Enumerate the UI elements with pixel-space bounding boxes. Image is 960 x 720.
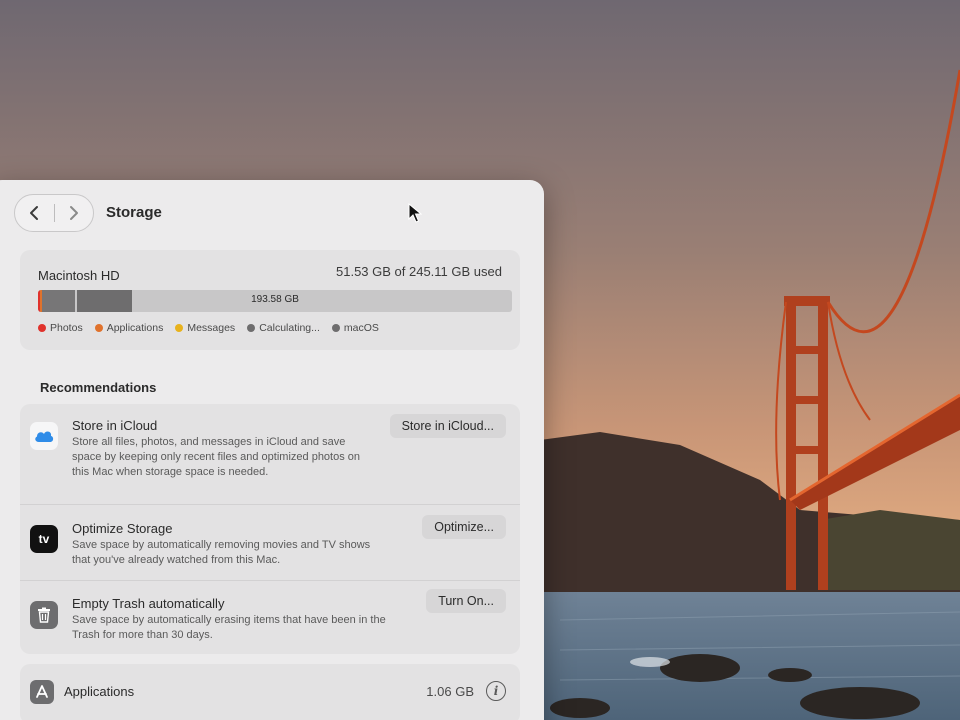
legend-label: Applications [106, 322, 164, 334]
rec-title: Optimize Storage [72, 521, 173, 536]
legend-dot [175, 324, 184, 332]
legend-dot [331, 324, 340, 332]
navigation-buttons [14, 194, 94, 232]
legend-dot [94, 324, 103, 332]
apple-tv-icon-label: tv [38, 532, 50, 546]
window-title: Storage [106, 204, 162, 221]
legend-dot [38, 324, 46, 332]
storage-settings-window: Storage Macintosh HD 51.53 GB of 245.11 … [0, 180, 544, 720]
trash-icon [30, 601, 58, 629]
recommendations-card: Store in iCloud Store all files, photos,… [20, 404, 520, 654]
legend-item: Applications [94, 322, 164, 334]
app-store-icon [30, 680, 54, 704]
rec-row-icloud: Store in iCloud Store all files, photos,… [20, 404, 520, 504]
disk-name: Macintosh HD [38, 268, 120, 283]
rec-description: Store all files, photos, and messages in… [72, 436, 361, 478]
storage-legend: Photos Applications Messages Calculating...… [38, 322, 379, 334]
disk-usage-card: Macintosh HD 51.53 GB of 245.11 GB used … [20, 250, 520, 350]
toolbar: Storage [0, 180, 544, 244]
chevron-right-icon [69, 206, 78, 220]
recommendations-title: Recommendations [40, 380, 157, 395]
free-space-label: 193.58 GB [251, 294, 299, 305]
legend-item: Photos [38, 322, 83, 334]
legend-item: macOS [331, 322, 379, 334]
mouse-cursor-icon [408, 203, 422, 223]
legend-label: Photos [50, 322, 83, 334]
legend-label: Messages [187, 322, 236, 334]
forward-button[interactable] [54, 195, 93, 231]
category-size: 1.06 GB [426, 684, 474, 699]
optimize-button[interactable]: Optimize... [422, 515, 506, 539]
rec-description: Save space by automatically erasing item… [72, 614, 386, 641]
legend-dot [247, 324, 256, 332]
category-label: Applications [64, 684, 135, 699]
rec-row-optimize: tv Optimize Storage Save space by automa… [20, 504, 520, 580]
icloud-icon [30, 422, 58, 450]
rec-description: Save space by automatically removing mov… [72, 539, 371, 566]
legend-item: Messages [175, 322, 235, 334]
category-row-applications[interactable]: Applications 1.06 GB i [20, 664, 520, 720]
back-button[interactable] [15, 195, 54, 231]
rec-title: Empty Trash automatically [72, 596, 225, 611]
legend-label: Calculating... [259, 322, 320, 334]
chevron-left-icon [30, 206, 39, 220]
legend-label: macOS [343, 322, 379, 334]
apple-tv-icon: tv [30, 525, 58, 553]
storage-bar[interactable]: 193.58 GB [38, 290, 512, 312]
store-in-icloud-button[interactable]: Store in iCloud... [389, 414, 506, 438]
turn-on-button[interactable]: Turn On... [426, 589, 506, 613]
legend-item: Calculating... [247, 322, 320, 334]
rec-row-empty-trash: Empty Trash automatically Save space by … [20, 580, 520, 654]
info-icon[interactable]: i [486, 681, 506, 701]
disk-used-text: 51.53 GB of 245.11 GB used [336, 264, 502, 279]
rec-title: Store in iCloud [72, 418, 158, 433]
